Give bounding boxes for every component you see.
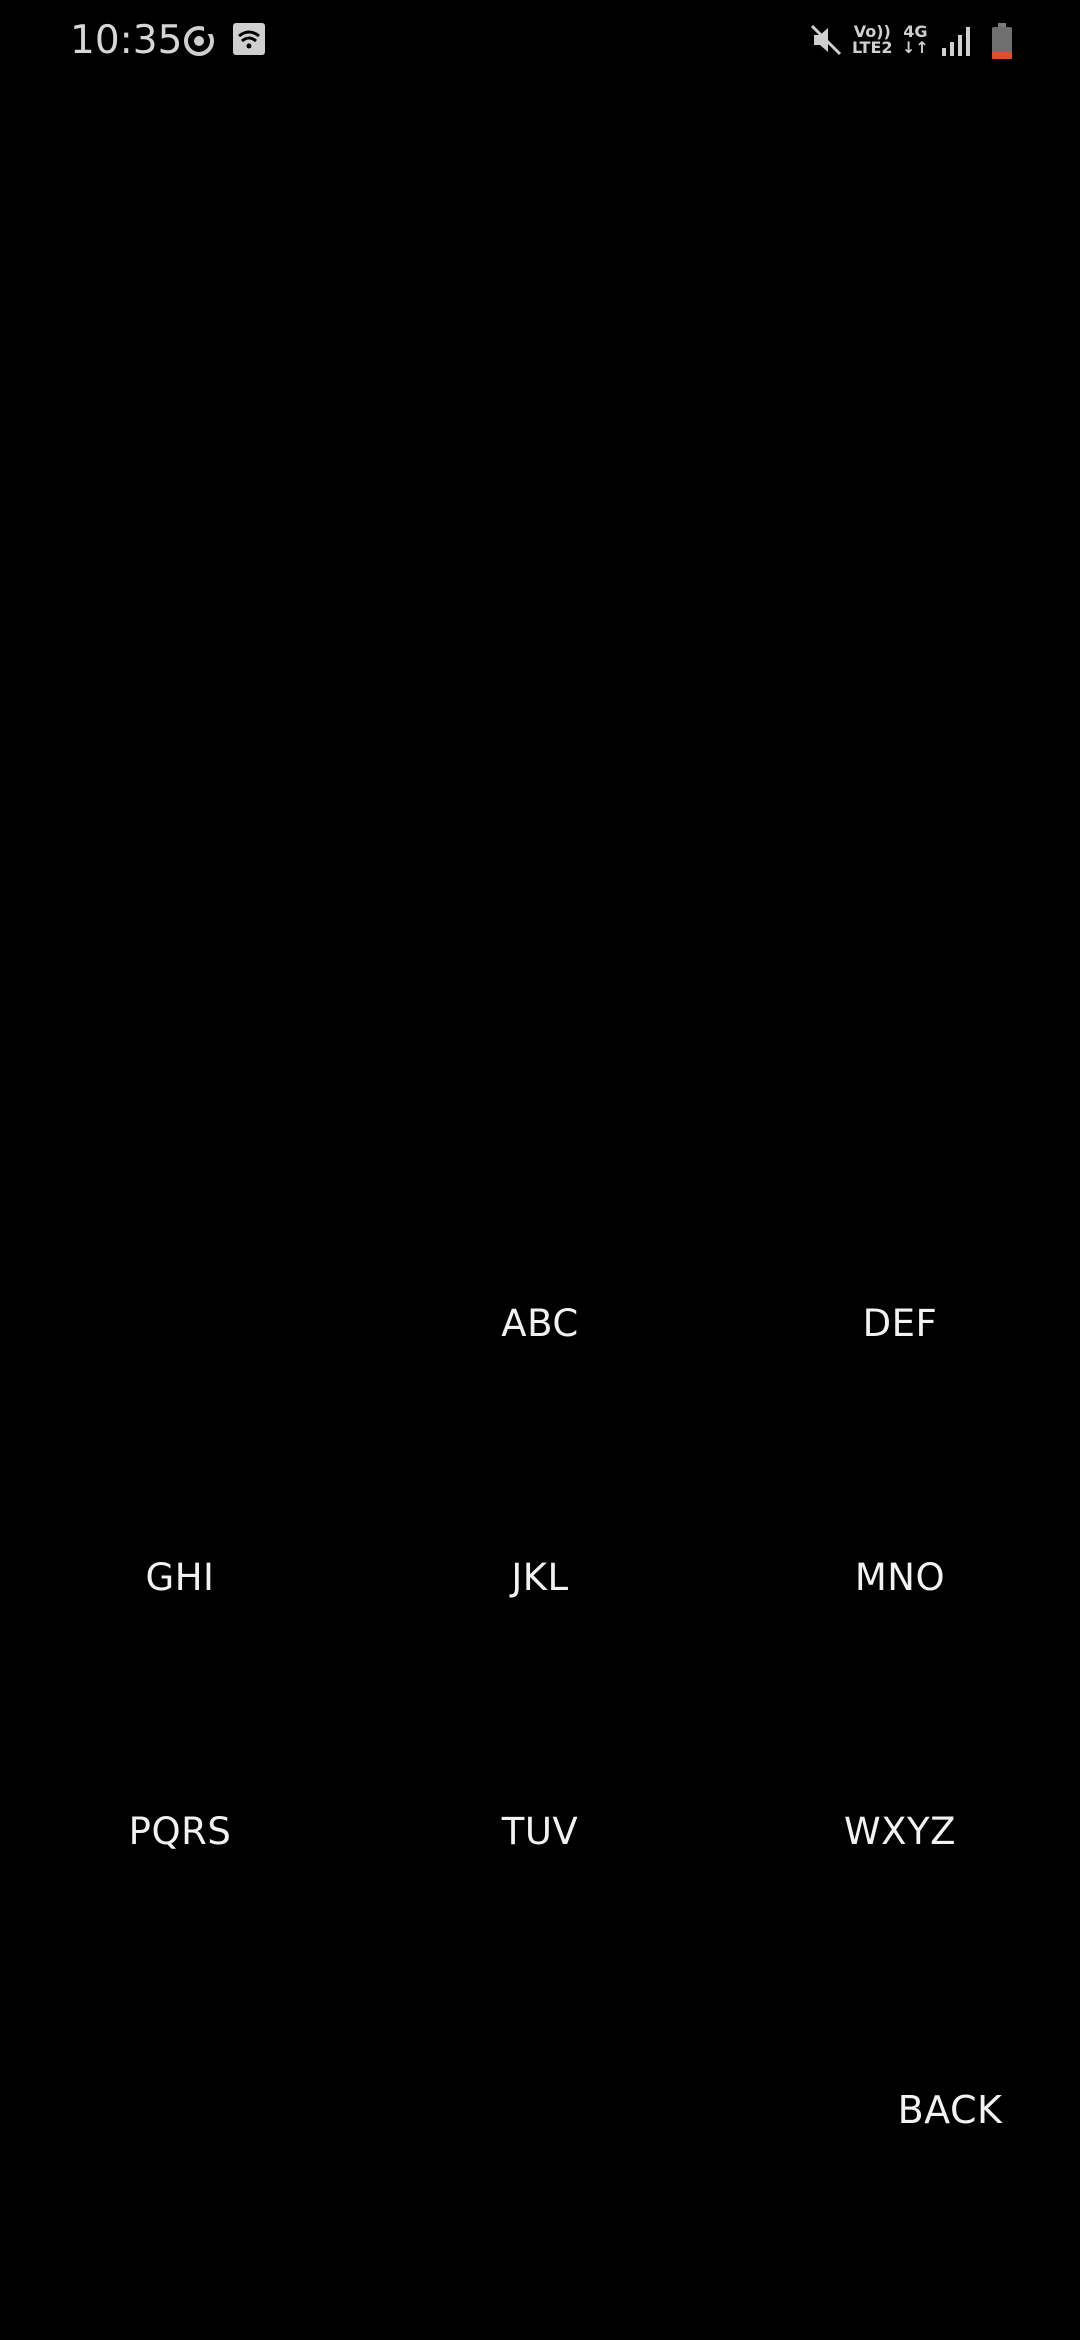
signal-icon	[940, 24, 974, 62]
mute-icon	[808, 22, 844, 62]
key-1[interactable]	[0, 1196, 360, 1446]
back-button[interactable]: BACK	[860, 2075, 1040, 2145]
key-def[interactable]: DEF	[720, 1196, 1080, 1446]
volte-indicator: Vo)) LTE2	[852, 24, 893, 56]
key-label: ABC	[501, 1302, 579, 1345]
network-type-indicator: 4G ↓↑	[902, 24, 929, 56]
data-arrows-icon: ↓↑	[902, 38, 929, 57]
sync-icon	[180, 22, 218, 60]
key-label: DEF	[862, 1302, 938, 1345]
key-label: PQRS	[128, 1810, 232, 1853]
key-label: WXYZ	[844, 1810, 956, 1853]
key-label: TUV	[501, 1810, 579, 1853]
key-ghi[interactable]: GHI	[0, 1450, 360, 1700]
key-jkl[interactable]: JKL	[360, 1450, 720, 1700]
key-abc[interactable]: ABC	[360, 1196, 720, 1446]
key-wxyz[interactable]: WXYZ	[720, 1704, 1080, 1954]
wifi-icon	[232, 22, 270, 60]
battery-icon	[990, 22, 1014, 64]
status-bar: 10:35 Vo)) LTE2 4G ↓↑	[0, 0, 1080, 84]
volte-bottom-text: LTE2	[852, 38, 893, 57]
key-label: GHI	[145, 1556, 215, 1599]
status-time: 10:35	[70, 18, 183, 63]
key-label: JKL	[511, 1556, 569, 1599]
key-tuv[interactable]: TUV	[360, 1704, 720, 1954]
key-mno[interactable]: MNO	[720, 1450, 1080, 1700]
key-pqrs[interactable]: PQRS	[0, 1704, 360, 1954]
key-label: MNO	[854, 1556, 946, 1599]
